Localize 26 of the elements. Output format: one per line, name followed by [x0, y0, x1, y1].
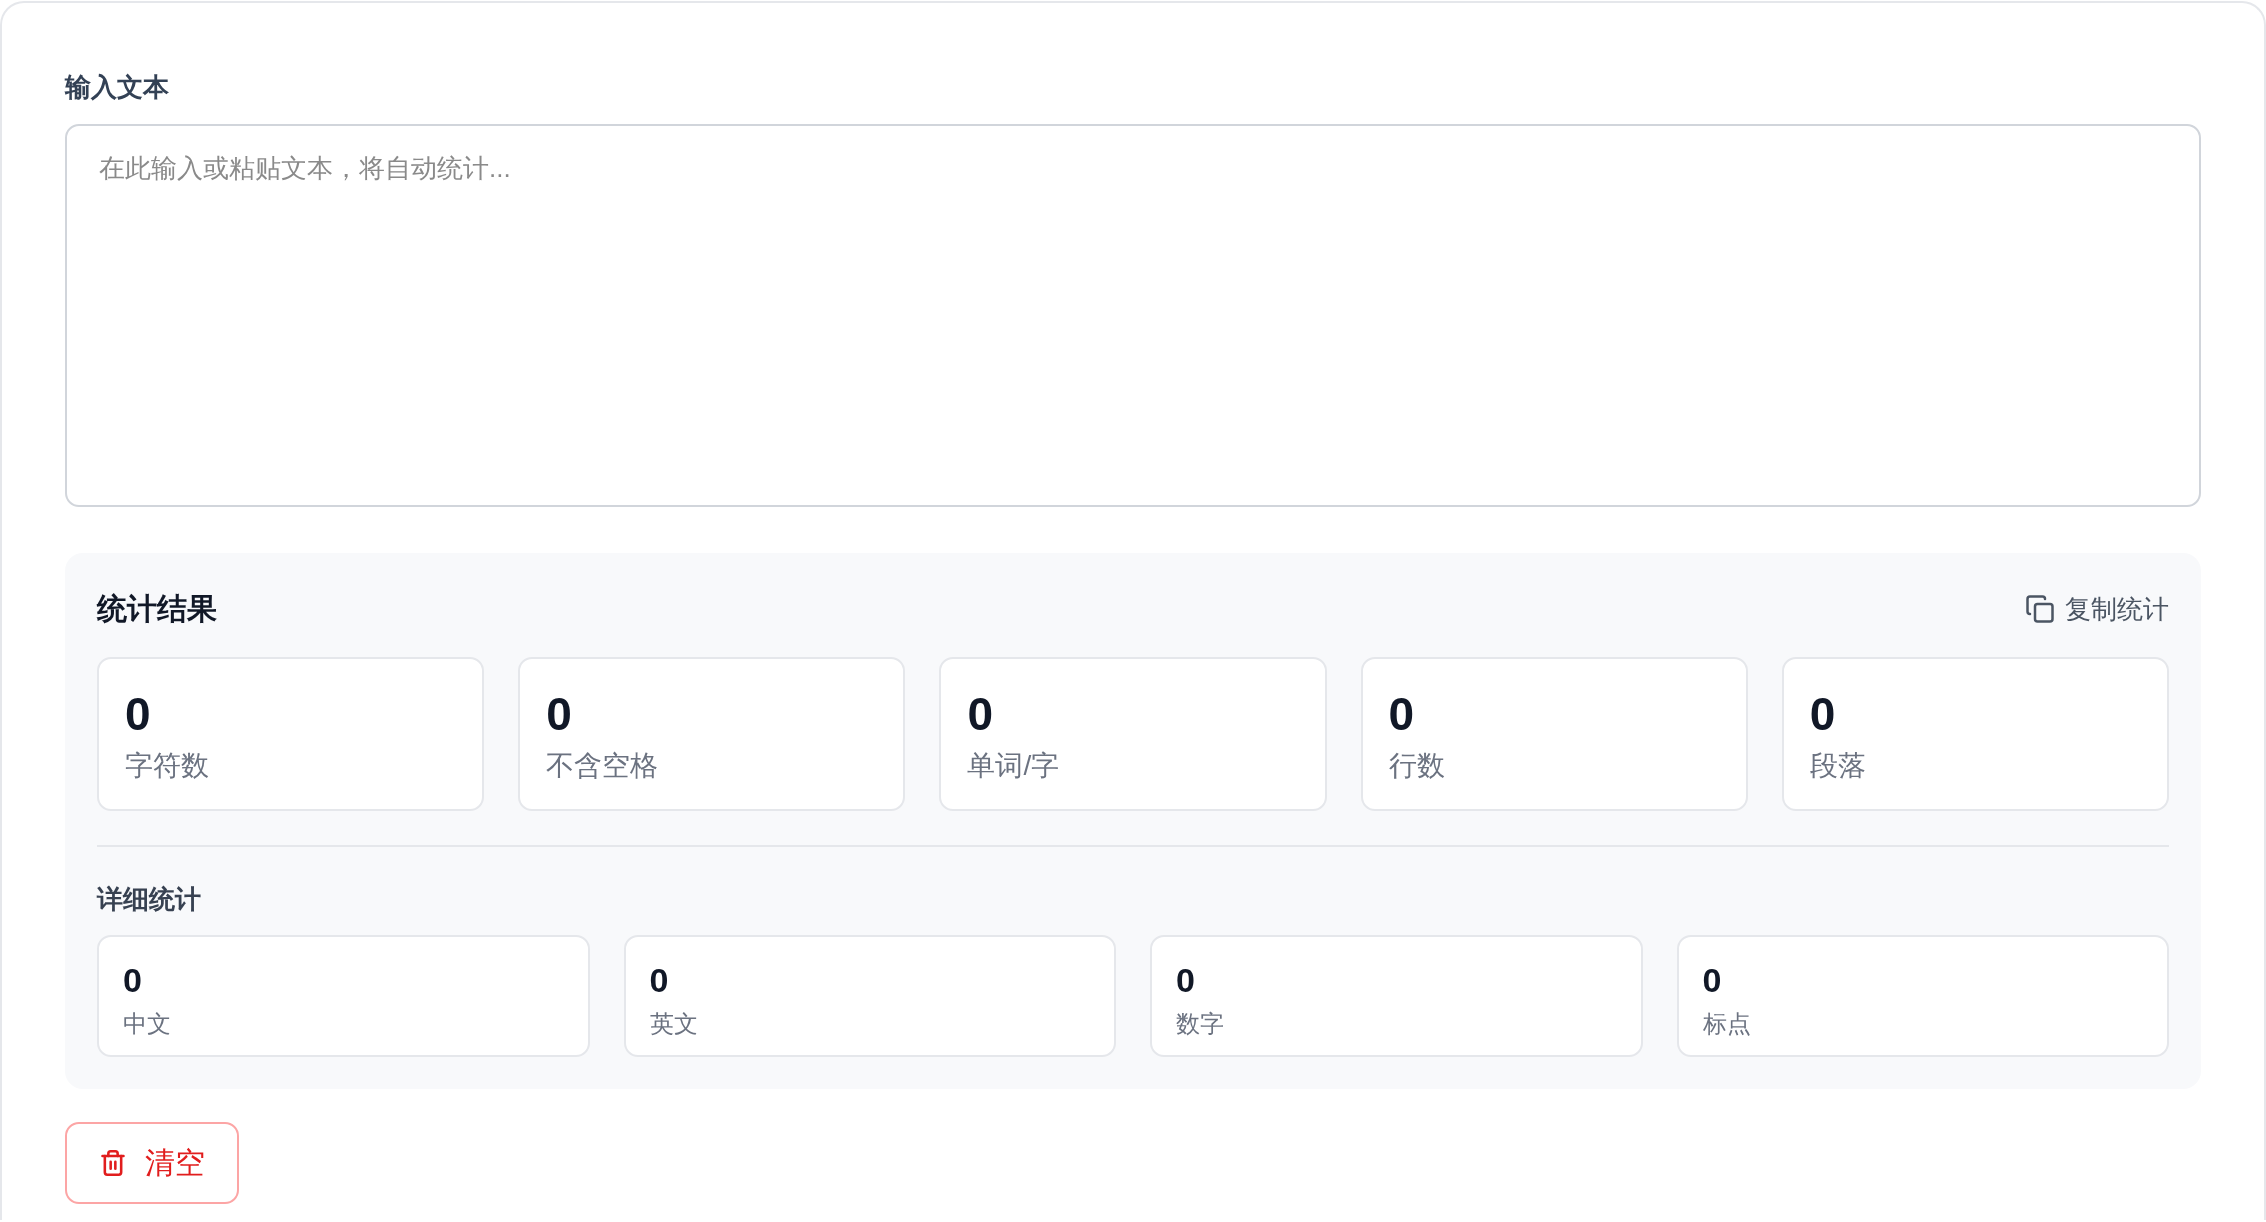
detail-label: 中文	[123, 1009, 171, 1039]
stat-value: 0	[546, 688, 572, 740]
detail-label: 标点	[1702, 1009, 1751, 1039]
detail-label: 英文	[649, 1009, 698, 1039]
copy-icon	[2025, 594, 2055, 624]
stat-value: 0	[125, 688, 151, 740]
stat-label: 不含空格	[546, 749, 659, 783]
stat-label: 段落	[1809, 749, 1866, 783]
input-label: 输入文本	[65, 71, 169, 104]
detail-value: 0	[1702, 960, 1722, 1000]
detail-label: 数字	[1176, 1009, 1224, 1039]
stat-label: 行数	[1388, 749, 1445, 783]
results-title: 统计结果	[97, 591, 217, 627]
detail-value: 0	[123, 960, 142, 1000]
detail-value: 0	[649, 960, 669, 1000]
stat-value: 0	[967, 688, 993, 740]
details-title: 详细统计	[97, 883, 201, 916]
stat-value: 0	[1809, 688, 1836, 740]
trash-icon	[99, 1149, 127, 1177]
text-input-field[interactable]: 在此输入或粘贴文本，将自动统计...	[65, 124, 2201, 507]
stat-label: 字符数	[125, 749, 209, 783]
copy-stats-button[interactable]: 复制统计	[2025, 591, 2169, 627]
stat-label: 单词/字	[967, 749, 1060, 783]
stat-value: 0	[1388, 688, 1415, 740]
detail-value: 0	[1176, 960, 1195, 1000]
clear-button[interactable]: 清空	[65, 1122, 239, 1204]
